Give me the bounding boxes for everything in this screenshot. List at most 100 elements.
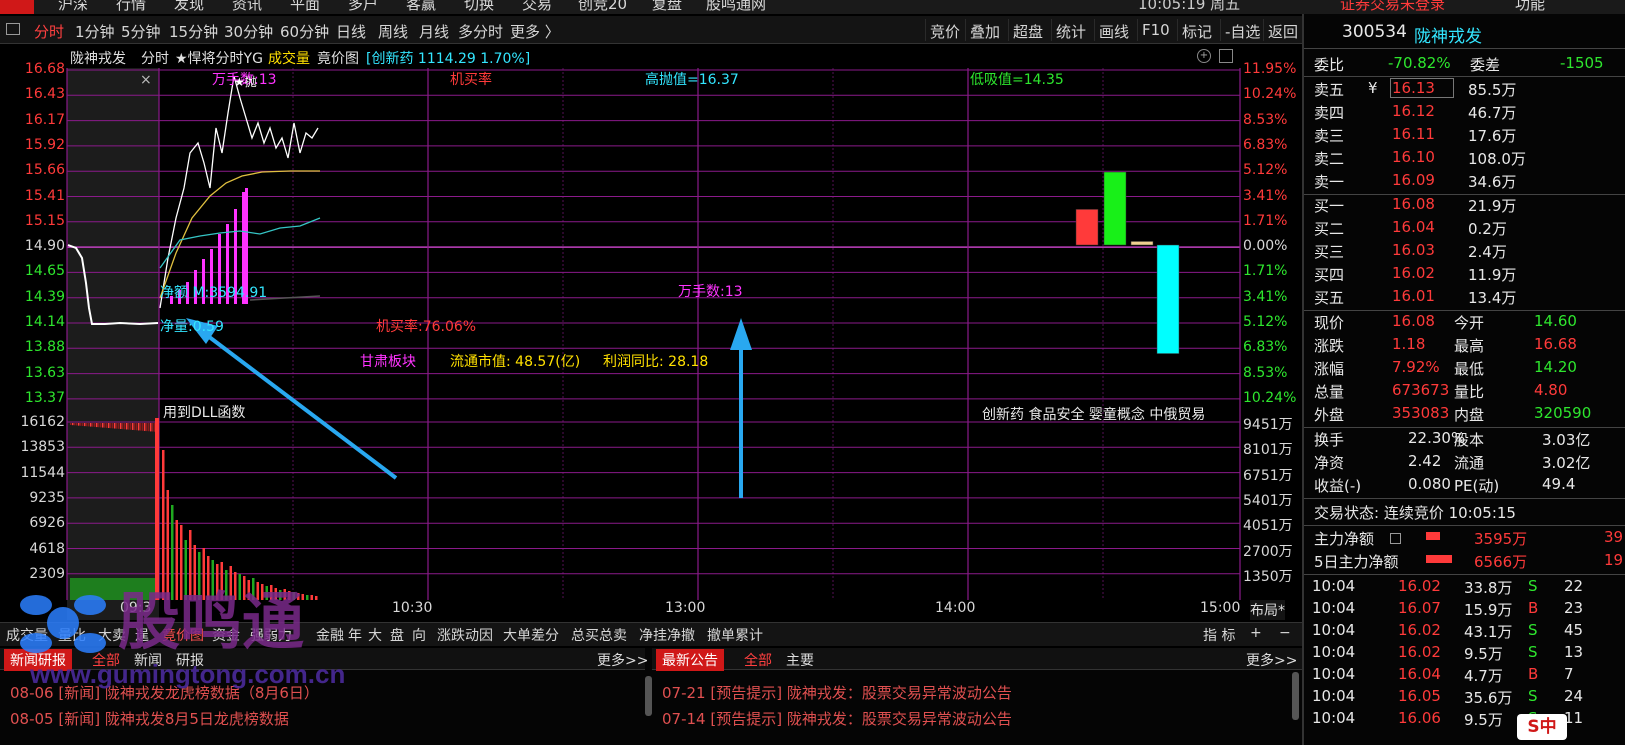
menu-item[interactable]: 客赢 — [406, 0, 436, 14]
mark-button[interactable]: 标记 — [1177, 19, 1216, 41]
volume-label[interactable]: 成交量 — [268, 48, 310, 68]
news-item[interactable]: 08-05 [新闻] 陇神戎发8月5日龙虎榜数据 — [10, 708, 289, 729]
stat-value: 353083 — [1392, 404, 1450, 422]
ask-label: 卖一 — [1314, 173, 1345, 191]
menu-item[interactable]: 行情 — [116, 0, 146, 14]
di-xi-value: 低吸值=14.35 — [970, 72, 1064, 88]
info-icon[interactable] — [1390, 533, 1401, 544]
volume-bar — [162, 450, 165, 600]
tab-fenshi[interactable]: 分时 — [34, 21, 64, 42]
bid-price: 16.04 — [1392, 218, 1435, 236]
volume-bar — [152, 423, 154, 432]
menu-item[interactable]: 复盘 — [652, 0, 682, 14]
tab-latest-notice[interactable]: 最新公告 — [656, 649, 724, 671]
f10-button[interactable]: F10 — [1137, 19, 1174, 41]
price-tick: 15.92 — [24, 136, 65, 153]
volume-bar — [90, 423, 92, 427]
main-net5-label: 5日主力净额 — [1314, 553, 1399, 571]
tab-5min[interactable]: 5分钟 — [121, 21, 161, 42]
volume-bar — [144, 423, 146, 431]
tab-daily[interactable]: 日线 — [336, 21, 366, 42]
tick-time: 10:04 — [1312, 599, 1356, 617]
volume-bar — [94, 423, 96, 427]
back-button[interactable]: 返回 — [1263, 19, 1302, 41]
panel-icon[interactable] — [1219, 49, 1233, 63]
scrollbar[interactable] — [645, 676, 652, 716]
menu-item[interactable]: 切换 — [464, 0, 494, 14]
overlay-button[interactable]: 叠加 — [965, 19, 1004, 41]
bid-label: 买二 — [1314, 220, 1345, 238]
tab-15min[interactable]: 15分钟 — [169, 21, 218, 42]
watermark-brand: 股鸣通 — [118, 588, 304, 657]
volume-bar — [100, 423, 102, 428]
tab-monthly[interactable]: 月线 — [419, 21, 449, 42]
watchlist-button[interactable]: -自选 — [1220, 19, 1264, 41]
menu-item[interactable]: 资讯 — [232, 0, 262, 14]
concept-tags: 创新药 食品安全 婴童概念 中俄贸易 — [982, 407, 1206, 423]
ask-price: 16.09 — [1392, 171, 1435, 189]
sector-info[interactable]: [创新药 1114.29 1.70%] — [366, 48, 530, 68]
tab-30min[interactable]: 30分钟 — [224, 21, 273, 42]
menu-item[interactable]: 沪深 — [58, 0, 88, 14]
selected-price-box[interactable] — [1390, 78, 1454, 98]
bid-volume: 21.9万 — [1468, 197, 1517, 215]
volume-tick: 6926 — [29, 515, 65, 532]
layout-button[interactable]: 布局* — [1250, 600, 1285, 620]
tab-main-notices[interactable]: 主要 — [786, 650, 814, 670]
auction-chart-label[interactable]: 竟价图 — [317, 48, 359, 68]
tab-net-order[interactable]: 净挂净撤 — [639, 625, 695, 645]
indicator-button[interactable]: 指 标 — [1203, 625, 1235, 645]
pct-tick: 0.00% — [1243, 238, 1288, 255]
pct-tick: 10.24% — [1243, 389, 1297, 406]
sidebar-toggle-icon[interactable] — [6, 23, 20, 35]
intraday-chart[interactable] — [0, 68, 1288, 620]
ask-volume: 85.5万 — [1468, 81, 1517, 99]
login-status[interactable]: 证券交易未登录 — [1340, 0, 1445, 14]
scrollbar[interactable] — [1292, 672, 1299, 720]
more-link[interactable]: 更多>> — [597, 650, 648, 670]
volume-bar — [84, 423, 86, 427]
indicator-name[interactable]: ★悍将分时YG — [175, 48, 263, 68]
add-icon[interactable]: + — [1197, 49, 1211, 63]
auction-button[interactable]: 竞价 — [925, 19, 964, 41]
tab-multi[interactable]: 多分时 — [458, 21, 503, 42]
volume-bar — [150, 423, 152, 432]
superdisk-button[interactable]: 超盘 — [1008, 19, 1047, 41]
menu-item[interactable]: 平面 — [290, 0, 320, 14]
stock-name: 陇神戎发 — [1414, 27, 1482, 47]
function-menu[interactable]: 功能 — [1515, 0, 1545, 14]
more-link[interactable]: 更多>> — [1246, 650, 1297, 670]
price-tick: 14.14 — [24, 314, 65, 330]
tab-weekly[interactable]: 周线 — [378, 21, 408, 42]
tab-big-order-diff[interactable]: 大单差分 — [503, 625, 559, 645]
stat-value: 4.80 — [1534, 381, 1568, 399]
close-icon[interactable]: × — [140, 72, 152, 88]
tab-60min[interactable]: 60分钟 — [280, 21, 329, 42]
stats-button[interactable]: 统计 — [1051, 19, 1090, 41]
notice-item[interactable]: 07-21 [预告提示] 陇神戎发：股票交易异常波动公告 — [662, 682, 1012, 703]
pre-market-shade — [67, 68, 159, 620]
menu-item[interactable]: 交易 — [522, 0, 552, 14]
notice-item[interactable]: 07-14 [预告提示] 陇神戎发：股票交易异常波动公告 — [662, 708, 1012, 729]
volume-bar — [120, 423, 122, 429]
volume-bar — [74, 423, 76, 426]
menu-item[interactable]: 发现 — [174, 0, 204, 14]
volume-bar — [142, 423, 144, 431]
price-tick: 14.65 — [24, 263, 65, 280]
tab-more[interactable]: 更多 〉 — [510, 21, 560, 42]
menu-item[interactable]: 股鸣通网 — [706, 0, 766, 14]
draw-line-button[interactable]: 画线 — [1094, 19, 1133, 41]
menu-item[interactable]: 创竞20 — [578, 0, 627, 14]
tab-all-notices[interactable]: 全部 — [744, 650, 772, 670]
tab-total-buy-sell[interactable]: 总买总卖 — [571, 625, 627, 645]
remove-indicator-button[interactable]: − — [1279, 625, 1291, 641]
add-indicator-button[interactable]: + — [1250, 625, 1262, 641]
main-net-pct: 39 — [1604, 528, 1624, 546]
ime-icon[interactable]: S中 — [1517, 714, 1567, 740]
pct-tick: 8.53% — [1243, 364, 1288, 381]
tab-cancel-total[interactable]: 撤单累计 — [707, 625, 763, 645]
pct-tick: 5.12% — [1243, 314, 1288, 330]
price-tick: 15.15 — [24, 212, 65, 229]
tab-1min[interactable]: 1分钟 — [75, 21, 115, 42]
menu-item[interactable]: 多户 — [348, 0, 378, 14]
